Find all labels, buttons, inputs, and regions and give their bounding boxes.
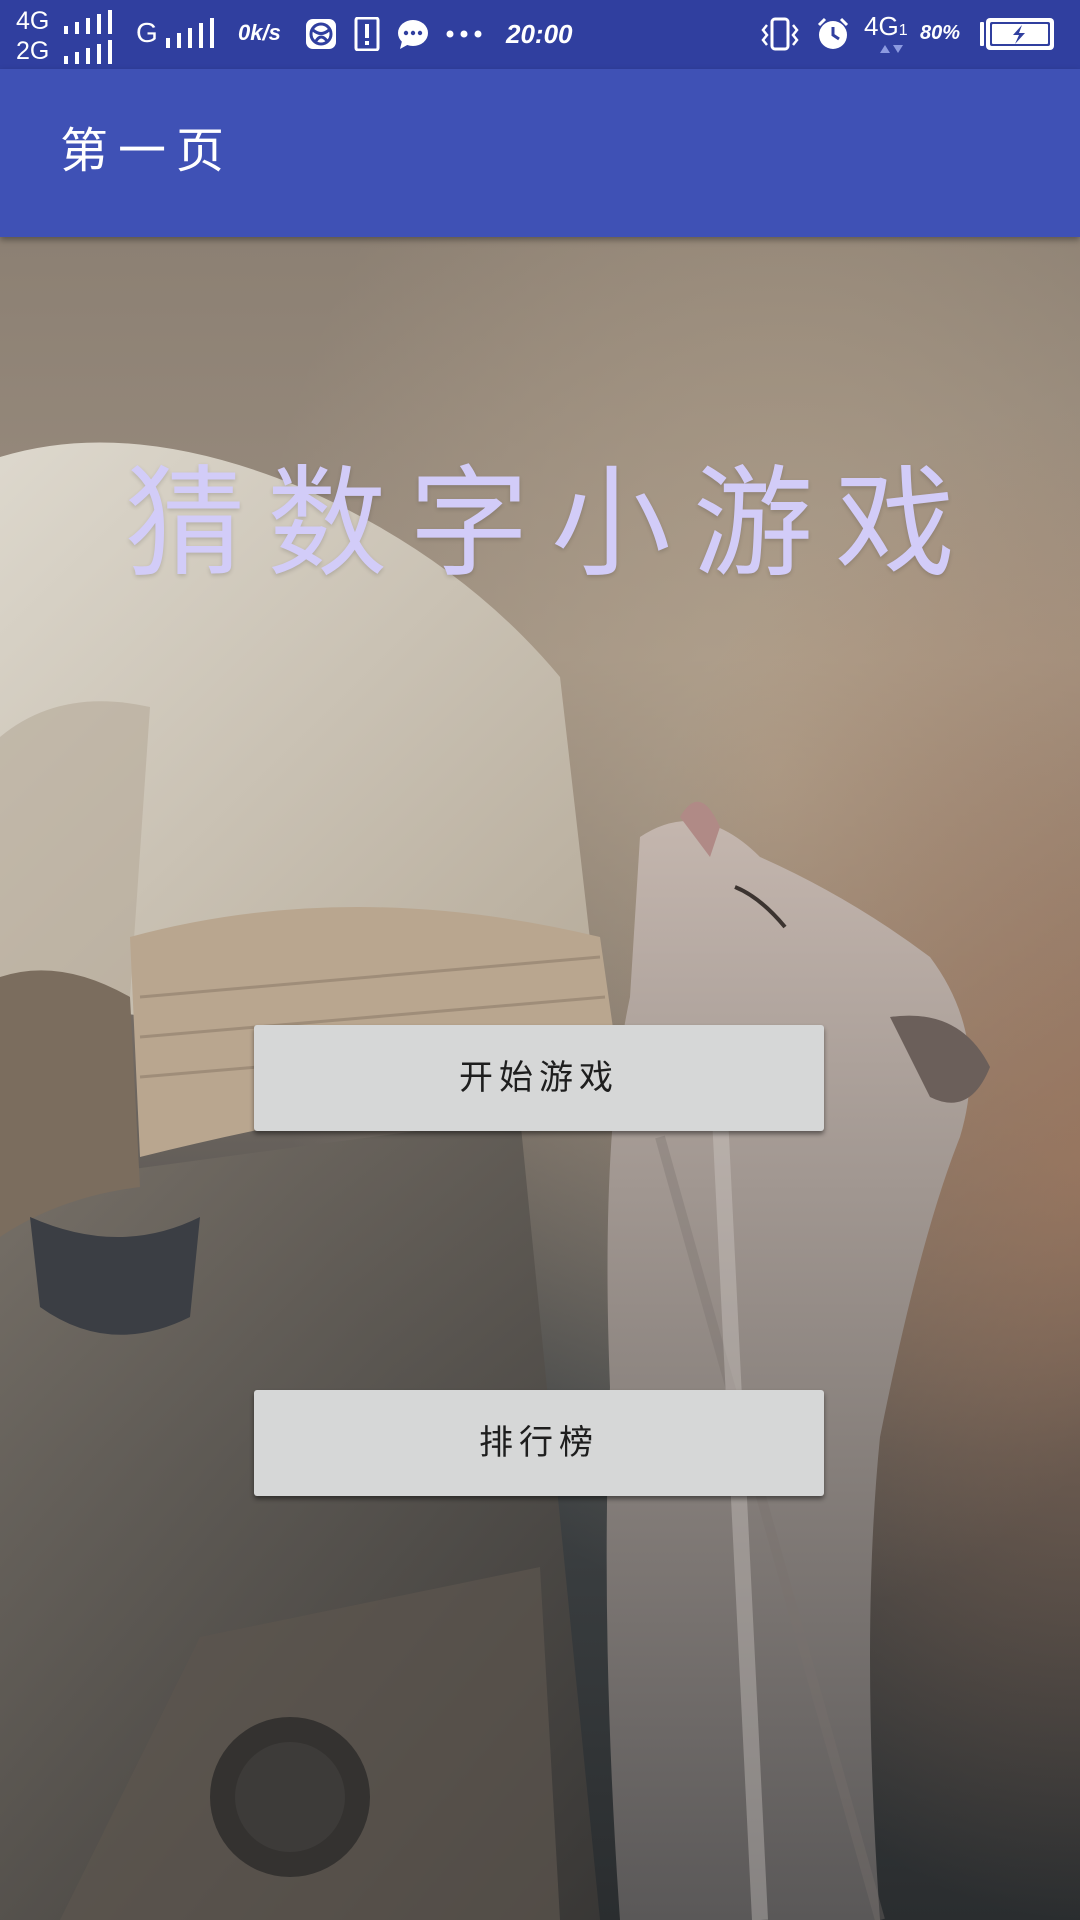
signal-bars-sim1-icon <box>64 10 120 34</box>
network-speed: 0k/s <box>238 20 281 45</box>
browser-icon <box>306 19 336 49</box>
page-title: 第一页 <box>60 123 235 179</box>
game-title: 猜数字小游戏 <box>125 455 977 594</box>
signal-bars-g-icon <box>166 18 222 48</box>
vibrate-icon <box>761 17 799 51</box>
network-type-sim1: 4G <box>16 7 50 35</box>
leaderboard-button[interactable]: 排行榜 <box>254 1390 824 1496</box>
alarm-icon <box>817 17 849 49</box>
battery-charging-icon <box>980 18 1054 50</box>
battery-percent-value: 80 <box>920 22 943 44</box>
alert-icon <box>354 17 380 51</box>
network-type-right-main: 4G <box>864 11 899 41</box>
message-icon <box>398 20 428 49</box>
signal-bars-sim2-icon <box>64 40 120 64</box>
start-game-button[interactable]: 开始游戏 <box>254 1025 824 1131</box>
data-activity-arrows-icon <box>880 45 903 53</box>
network-type-sim2: 2G <box>16 37 50 65</box>
network-type-right-sub: 1 <box>898 22 908 39</box>
more-dots-icon <box>446 30 482 38</box>
network-type-right: 4G1 <box>864 12 908 45</box>
status-bar: 4G 2G G 0k/s 20:00 4G1 80% <box>0 0 1080 69</box>
network-type-g: G <box>136 17 158 48</box>
clock: 20:00 <box>506 19 573 49</box>
dual-sim-signal: 4G 2G <box>16 8 120 64</box>
battery-percent: 80% <box>920 22 961 44</box>
main-content: 猜数字小游戏 开始游戏 排行榜 <box>0 237 1080 1920</box>
app-bar: 第一页 <box>0 69 1080 237</box>
